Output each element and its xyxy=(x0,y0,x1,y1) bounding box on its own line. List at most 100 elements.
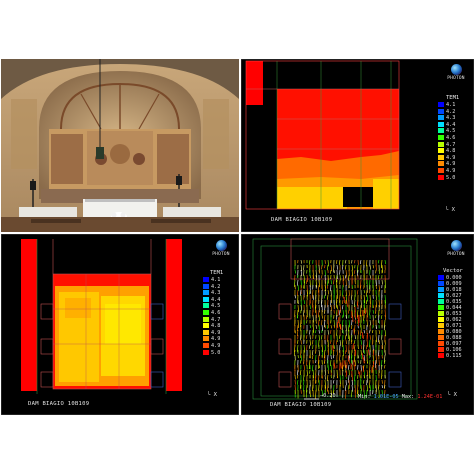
legend-entry: 4.9 xyxy=(203,336,220,342)
vector-arrow xyxy=(318,334,320,341)
vector-arrow xyxy=(297,284,299,291)
legend-swatch xyxy=(438,293,444,298)
vector-arrow xyxy=(350,294,353,300)
vector-arrow xyxy=(345,384,347,391)
legend-entry: 4.8 xyxy=(438,148,455,154)
vector-arrow xyxy=(360,339,362,345)
vector-arrow xyxy=(352,342,355,350)
legend-title: TEM1 xyxy=(446,95,460,101)
vector-arrow xyxy=(297,374,299,379)
legend-entry: 4.9 xyxy=(438,168,455,174)
vector-arrow xyxy=(303,364,306,371)
vector-arrow xyxy=(384,259,386,265)
velocity-vector-panel: PHOTON Vector 0.000 0.009 0.018 0.027 0.035 0… xyxy=(241,234,474,415)
plot-caption: DAM BIAGIO 10B109 xyxy=(28,401,90,407)
vector-arrow xyxy=(353,339,356,344)
legend-swatch xyxy=(438,329,444,334)
vector-arrow xyxy=(330,324,332,329)
vector-arrow xyxy=(332,379,335,384)
vector-arrow xyxy=(330,319,332,324)
vector-arrow xyxy=(339,334,341,339)
vector-arrow xyxy=(335,339,338,345)
vector-arrow xyxy=(377,259,380,264)
vector-arrow xyxy=(372,329,374,334)
legend-label: 4.8 xyxy=(211,323,221,330)
vector-arrow xyxy=(378,329,380,334)
vector-arrow xyxy=(345,349,347,354)
legend-swatch xyxy=(438,108,444,114)
vector-arrow xyxy=(342,299,344,304)
vector-arrow xyxy=(297,279,299,286)
legend-swatch xyxy=(203,329,209,335)
legend-swatch xyxy=(438,161,444,167)
legend-label: 4.4 xyxy=(211,296,221,303)
vector-arrow xyxy=(348,384,350,390)
vector-arrow xyxy=(337,309,340,316)
vector-arrow xyxy=(300,334,302,341)
vector-arrow xyxy=(339,309,341,316)
legend-swatch xyxy=(438,102,444,107)
legend-swatch xyxy=(438,174,444,180)
vector-arrow xyxy=(306,334,308,339)
legend-entry: 4.1 xyxy=(438,102,455,108)
vector-arrow xyxy=(309,354,311,359)
vector-arrow xyxy=(348,309,350,314)
legend-label: 4.9 xyxy=(446,154,456,161)
vector-arrow xyxy=(351,264,353,271)
legend-swatch xyxy=(438,148,444,154)
legend-label: 4.6 xyxy=(446,135,456,141)
vector-arrow xyxy=(327,279,329,286)
vector-arrow xyxy=(333,344,335,349)
legend-swatch xyxy=(438,141,444,147)
vector-arrow xyxy=(381,384,383,389)
legend-swatch xyxy=(438,311,444,316)
legend-entry: 4.5 xyxy=(203,303,220,309)
vector-arrow xyxy=(332,354,335,359)
vector-arrow xyxy=(300,359,302,364)
vector-arrow xyxy=(323,294,326,299)
legend-swatch xyxy=(438,347,444,352)
vector-arrow xyxy=(353,328,355,335)
legend-swatch xyxy=(203,296,209,302)
legend-swatch xyxy=(438,317,444,322)
axis-indicator: └ X xyxy=(207,392,217,398)
vector-arrow xyxy=(363,289,366,294)
z-axis-arrow-icon: └ xyxy=(445,207,449,213)
legend-swatch xyxy=(438,323,444,328)
vector-arrow xyxy=(375,324,378,330)
photon-globe-icon xyxy=(215,240,227,251)
vector-arrow xyxy=(354,334,356,340)
vector-arrow xyxy=(308,259,311,265)
legend-swatch xyxy=(438,281,444,286)
legend-swatch xyxy=(438,353,444,358)
vector-arrow xyxy=(369,329,371,334)
vector-arrow xyxy=(312,294,314,300)
vector-arrow xyxy=(342,314,344,319)
vector-arrow xyxy=(378,339,380,345)
legend-entry: 4.3 xyxy=(438,115,455,121)
legend-swatch xyxy=(203,310,209,315)
legend-label: 4.3 xyxy=(211,290,221,297)
legend-swatch xyxy=(203,336,209,342)
legend-swatch xyxy=(438,115,444,121)
legend-label: 4.8 xyxy=(446,148,456,155)
legend-entry: 4.4 xyxy=(438,121,455,128)
vector-arrow xyxy=(361,353,364,360)
vector-arrow xyxy=(372,304,374,309)
vector-arrow xyxy=(369,379,371,389)
vector-arrow xyxy=(333,362,336,369)
legend-entry: 4.2 xyxy=(203,283,220,290)
min-max-readout: Min: 1.01E-05 Max: 1.24E-01 xyxy=(358,394,443,400)
legend-label: 4.9 xyxy=(446,168,456,174)
legend-entry: 4.6 xyxy=(203,310,220,316)
vector-arrow xyxy=(380,374,383,379)
legend-swatch xyxy=(203,277,209,282)
vector-arrow xyxy=(344,259,347,264)
vector-arrow xyxy=(294,329,296,334)
temperature-section-panel: PHOTON TEM1 4.1 4.2 4.3 4.4 4.5 4.6 4.7 4.8 4.9 4… xyxy=(241,59,474,232)
vector-arrow xyxy=(311,289,314,299)
legend-label: 4.1 xyxy=(211,277,221,283)
legend-label: 4.7 xyxy=(446,141,456,148)
legend-swatch xyxy=(203,349,209,355)
legend-title: Vector xyxy=(443,268,463,274)
